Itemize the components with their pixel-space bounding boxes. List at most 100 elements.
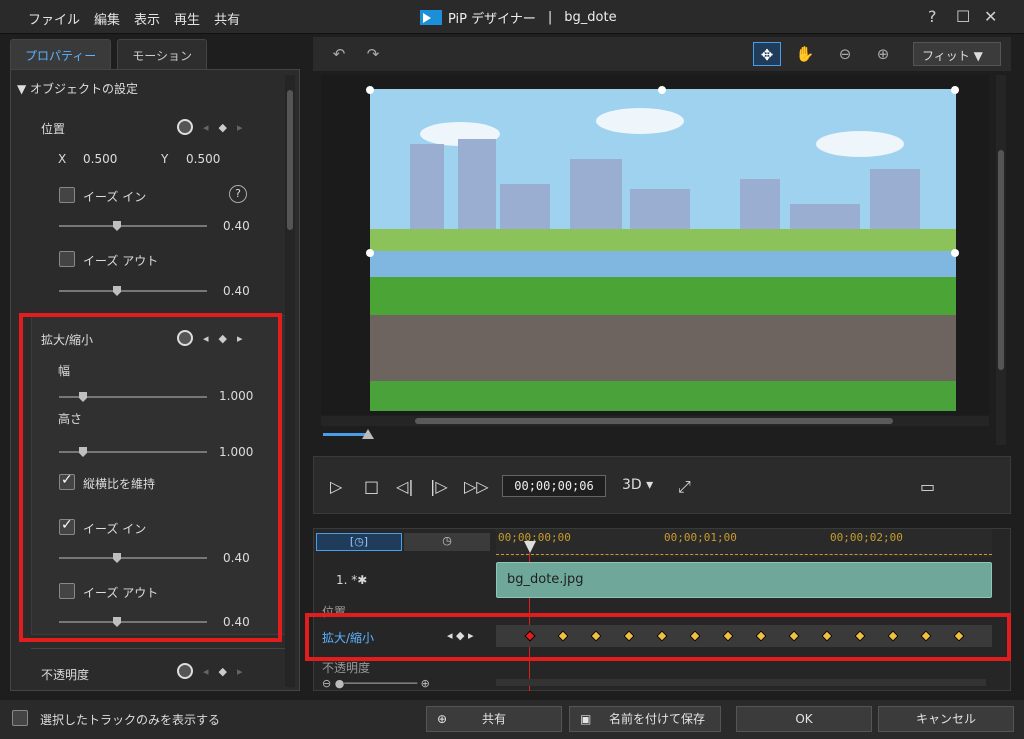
properties-scrollbar[interactable] (285, 75, 295, 687)
show-selected-track-checkbox[interactable] (12, 710, 28, 726)
select-move-icon[interactable]: ✥ (753, 42, 781, 66)
title-separator: | (547, 10, 553, 25)
preview-image[interactable] (370, 89, 956, 411)
position-ease-out-slider[interactable] (59, 286, 207, 296)
resize-handle[interactable] (658, 86, 666, 94)
position-ease-in-label: イーズ イン (83, 190, 147, 204)
ruler-ticks (496, 549, 992, 555)
opacity-keyframe-controls: ◂ ◆ ▸ (177, 663, 243, 679)
position-ease-out-checkbox[interactable] (59, 251, 75, 267)
tab-motion[interactable]: モーション (117, 39, 208, 69)
resize-handle[interactable] (366, 86, 374, 94)
menu-file[interactable]: ファイル (28, 9, 80, 28)
save-icon: ▣ (580, 712, 592, 726)
y-value[interactable]: 0.500 (186, 152, 220, 166)
save-as-button-label: 名前を付けて保存 (608, 712, 705, 726)
panel-tabs: プロパティー モーション (10, 39, 213, 69)
highlight-box-scale (19, 313, 282, 642)
save-as-button[interactable]: ▣ 名前を付けて保存 (569, 706, 721, 732)
tab-properties[interactable]: プロパティー (10, 39, 112, 69)
timeline-panel: [◷] ◷ 00;00;00;00 00;00;01;00 00;00;02;0… (313, 528, 1011, 691)
position-ease-in-slider[interactable] (59, 221, 207, 231)
safe-zone-icon[interactable]: ▭ (920, 477, 935, 496)
y-label: Y (161, 152, 169, 166)
timeline-zoom-slider[interactable]: ⊖ ●─────────── ⊕ (322, 677, 482, 690)
position-ease-in-value: 0.40 (223, 219, 250, 233)
menu-share[interactable]: 共有 (214, 9, 240, 28)
show-selected-track-label: 選択したトラックのみを表示する (40, 713, 221, 727)
playback-controls: ▷ □ ◁| |▷ ▷▷ 00;00;00;06 3D ▾ ⤢ ▭ (313, 456, 1011, 514)
scrubber-thumb[interactable] (362, 429, 374, 439)
position-ease-in-checkbox[interactable] (59, 187, 75, 203)
position-keyframe-controls: ◂ ◆ ▸ (177, 119, 243, 135)
stopwatch-icon[interactable] (177, 119, 193, 135)
hand-icon[interactable]: ✋ (791, 42, 819, 66)
stop-icon[interactable]: □ (364, 477, 379, 496)
close-icon[interactable]: ✕ (984, 7, 997, 26)
next-keyframe-icon[interactable]: ▸ (237, 121, 243, 134)
ruler-label: 00;00;02;00 (830, 531, 903, 544)
share-button[interactable]: ⊕ 共有 (426, 706, 562, 732)
timeline-view-button[interactable]: [◷] (316, 533, 402, 551)
ruler-label: 00;00;01;00 (664, 531, 737, 544)
share-button-label: 共有 (481, 712, 506, 726)
background-image-illustration (370, 89, 956, 411)
track-1-label[interactable]: 1. *✱ (336, 573, 367, 587)
preview-horizontal-scrollbar[interactable] (321, 416, 989, 426)
keyframe-row-opacity[interactable]: 不透明度 (322, 659, 370, 676)
position-ease-out-value: 0.40 (223, 284, 250, 298)
slider-thumb[interactable] (113, 286, 121, 296)
preview-toolbar: ↶ ↷ ✥ ✋ ⊖ ⊕ フィット ▼ (313, 37, 1011, 71)
timeline-ruler[interactable]: 00;00;00;00 00;00;01;00 00;00;02;00 (496, 529, 992, 557)
window-title: PiP デザイナー | bg_dote (420, 8, 617, 27)
3d-mode-toggle[interactable]: 3D ▾ (622, 477, 653, 493)
highlight-box-scale-track (305, 613, 1011, 661)
previous-frame-icon[interactable]: ◁| (396, 477, 414, 496)
help-icon[interactable]: ? (928, 7, 937, 26)
play-icon[interactable]: ▷ (330, 477, 342, 496)
next-frame-icon[interactable]: |▷ (430, 477, 448, 496)
bottom-bar: 選択したトラックのみを表示する ⊕ 共有 ▣ 名前を付けて保存 OK キャンセル (0, 700, 1024, 739)
position-ease-out-label: イーズ アウト (83, 254, 159, 268)
help-icon[interactable]: ? (229, 185, 247, 203)
add-keyframe-icon[interactable]: ◆ (219, 121, 227, 134)
menu-view[interactable]: 表示 (134, 9, 160, 28)
add-keyframe-icon[interactable]: ◆ (219, 665, 227, 678)
zoom-out-icon[interactable]: ⊖ (831, 42, 859, 66)
cancel-button[interactable]: キャンセル (878, 706, 1014, 732)
scroll-thumb[interactable] (998, 150, 1004, 370)
next-keyframe-icon[interactable]: ▸ (237, 665, 243, 678)
resize-handle[interactable] (951, 249, 959, 257)
maximize-icon[interactable]: ☐ (956, 7, 970, 26)
title-bar: ファイル 編集 表示 再生 共有 PiP デザイナー | bg_dote ? ☐… (0, 0, 1024, 34)
menu-bar: ファイル 編集 表示 再生 共有 (28, 9, 254, 28)
divider (31, 648, 289, 649)
menu-edit[interactable]: 編集 (94, 9, 120, 28)
slider-thumb[interactable] (113, 221, 121, 231)
zoom-in-icon[interactable]: ⊕ (869, 42, 897, 66)
scroll-thumb[interactable] (287, 90, 293, 230)
fast-forward-icon[interactable]: ▷▷ (464, 477, 489, 496)
ok-button[interactable]: OK (736, 706, 872, 732)
position-label: 位置 (41, 122, 66, 136)
timecode-display[interactable]: 00;00;00;06 (502, 475, 606, 497)
timeline-clock-icon[interactable]: ◷ (404, 533, 490, 551)
menu-play[interactable]: 再生 (174, 9, 200, 28)
resize-handle[interactable] (366, 249, 374, 257)
globe-icon: ⊕ (437, 712, 448, 726)
resize-handle[interactable] (951, 86, 959, 94)
redo-icon[interactable]: ↷ (359, 42, 387, 66)
window-file-name: bg_dote (564, 10, 617, 25)
clip-bg-dote[interactable]: bg_dote.jpg (496, 562, 992, 598)
prev-keyframe-icon[interactable]: ◂ (203, 121, 209, 134)
object-settings-header[interactable]: ▼ オブジェクトの設定 (17, 80, 138, 97)
stopwatch-icon[interactable] (177, 663, 193, 679)
preview-vertical-scrollbar[interactable] (996, 75, 1006, 445)
fullscreen-icon[interactable]: ⤢ (678, 477, 691, 497)
zoom-fit-select[interactable]: フィット ▼ (913, 42, 1001, 66)
x-value[interactable]: 0.500 (83, 152, 117, 166)
prev-keyframe-icon[interactable]: ◂ (203, 665, 209, 678)
scroll-thumb[interactable] (415, 418, 893, 424)
undo-icon[interactable]: ↶ (325, 42, 353, 66)
timeline-horizontal-scrollbar[interactable] (496, 679, 986, 686)
